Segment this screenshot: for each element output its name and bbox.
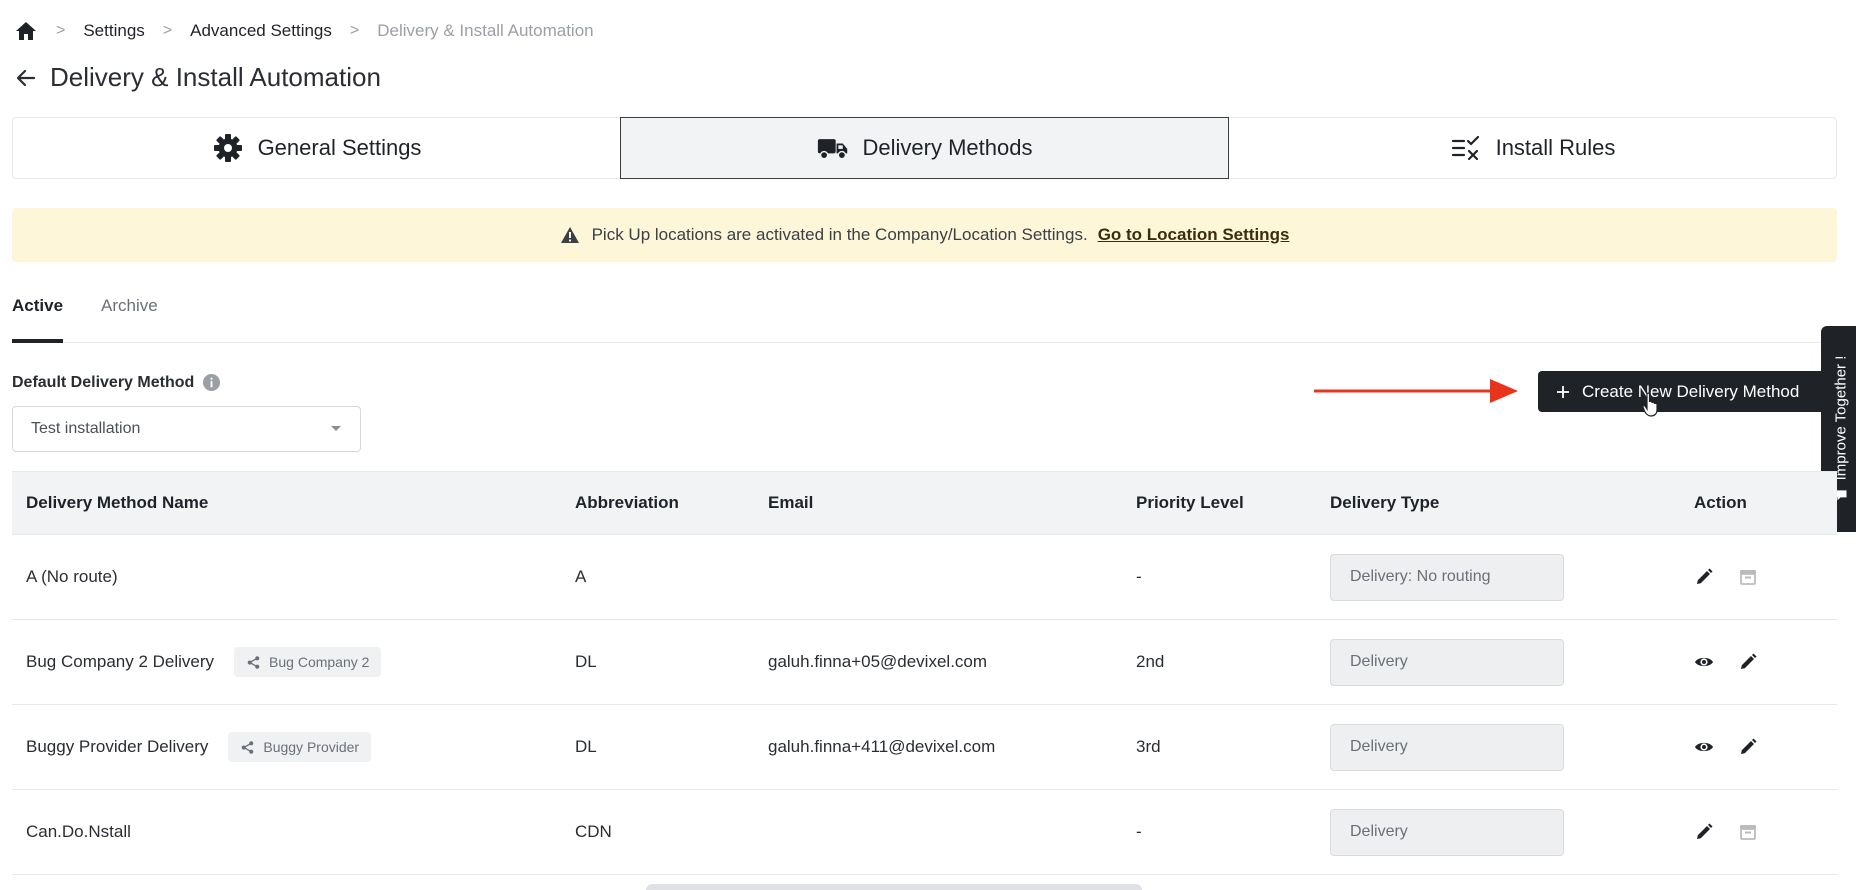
breadcrumb-separator: >: [349, 22, 360, 39]
tab-active[interactable]: Active: [12, 290, 64, 343]
create-new-delivery-method-button[interactable]: Create New Delivery Method: [1538, 371, 1838, 412]
share-icon: [240, 740, 255, 755]
header-email: Email: [768, 493, 814, 512]
cell-name: Bug Company 2 Delivery Bug Company 2: [26, 620, 382, 704]
table-row: Can.Do.Nstall CDN - Delivery: [12, 790, 1837, 875]
gear-icon: [212, 132, 244, 164]
horizontal-scrollbar[interactable]: [646, 884, 1142, 890]
edit-pencil-icon[interactable]: [1738, 737, 1758, 757]
edit-pencil-icon[interactable]: [1738, 652, 1758, 672]
cell-actions: [1694, 535, 1758, 619]
cell-priority: 2nd: [1136, 652, 1165, 671]
delivery-methods-table: Delivery Method Name Abbreviation Email …: [12, 471, 1837, 875]
go-to-location-settings-link[interactable]: Go to Location Settings: [1098, 225, 1290, 245]
cell-name: A (No route): [26, 535, 118, 619]
provider-tag-label: Bug Company 2: [269, 654, 370, 670]
tab-archive[interactable]: Archive: [101, 290, 158, 342]
provider-tag: Buggy Provider: [228, 732, 372, 762]
page-header: Delivery & Install Automation: [14, 62, 381, 93]
banner-text: Pick Up locations are activated in the C…: [591, 225, 1088, 244]
table-header-row: Delivery Method Name Abbreviation Email …: [12, 471, 1837, 535]
rules-icon: [1450, 132, 1482, 164]
tab-general-settings[interactable]: General Settings: [13, 118, 620, 178]
main-tabs: General Settings Delivery Methods Instal…: [12, 117, 1837, 179]
delivery-method-name: Buggy Provider Delivery: [26, 737, 209, 756]
header-priority-level: Priority Level: [1136, 493, 1244, 512]
annotation-arrow-icon: [1314, 379, 1518, 403]
tab-delivery-methods[interactable]: Delivery Methods: [620, 117, 1229, 179]
header-delivery-method-name: Delivery Method Name: [26, 493, 209, 512]
cell-name: Buggy Provider Delivery Buggy Provider: [26, 705, 372, 789]
warning-icon: [560, 225, 580, 245]
table-row: Buggy Provider Delivery Buggy Provider D…: [12, 705, 1837, 790]
select-value: Test installation: [31, 420, 141, 437]
edit-pencil-icon[interactable]: [1694, 822, 1714, 842]
tab-install-rules[interactable]: Install Rules: [1229, 118, 1836, 178]
share-icon: [246, 655, 261, 670]
truck-icon: [817, 132, 849, 164]
cell-priority: -: [1136, 567, 1142, 586]
default-delivery-method-label-row: Default Delivery Method: [12, 373, 221, 392]
provider-tag: Bug Company 2: [234, 647, 382, 677]
breadcrumb-separator: >: [56, 22, 66, 39]
cell-actions: [1694, 790, 1758, 874]
delivery-type-field: Delivery: No routing: [1330, 553, 1564, 601]
page-title: Delivery & Install Automation: [50, 62, 381, 92]
delivery-method-name: Bug Company 2 Delivery: [26, 652, 215, 671]
edit-pencil-icon[interactable]: [1694, 567, 1714, 587]
header-delivery-type: Delivery Type: [1330, 493, 1440, 512]
status-tabs: Active Archive: [12, 290, 1837, 343]
provider-tag-label: Buggy Provider: [263, 739, 360, 755]
delivery-type-field: Delivery: [1330, 723, 1564, 771]
back-arrow-icon[interactable]: [14, 66, 38, 90]
cell-delivery-type: Delivery: [1330, 705, 1564, 789]
archive-box-icon: [1738, 567, 1758, 587]
delivery-method-name: A (No route): [26, 567, 118, 586]
cell-delivery-type: Delivery: No routing: [1330, 535, 1564, 619]
cell-priority: -: [1136, 822, 1142, 841]
table-row: Bug Company 2 Delivery Bug Company 2 DL …: [12, 620, 1837, 705]
plus-icon: [1556, 385, 1570, 399]
cell-delivery-type: Delivery: [1330, 790, 1564, 874]
breadcrumb: > Settings > Advanced Settings > Deliver…: [14, 18, 594, 44]
default-delivery-method-label: Default Delivery Method: [12, 373, 195, 391]
cell-email: galuh.finna+411@devixel.com: [768, 737, 996, 756]
breadcrumb-settings[interactable]: Settings: [83, 21, 144, 41]
delivery-method-name: Can.Do.Nstall: [26, 822, 131, 841]
archive-box-icon: [1738, 822, 1758, 842]
cell-priority: 3rd: [1136, 737, 1161, 756]
header-abbreviation: Abbreviation: [575, 493, 679, 512]
create-button-label: Create New Delivery Method: [1582, 381, 1800, 401]
tab-label: Install Rules: [1495, 135, 1616, 160]
cell-name: Can.Do.Nstall: [26, 790, 131, 874]
pickup-info-banner: Pick Up locations are activated in the C…: [12, 208, 1837, 262]
delivery-type-field: Delivery: [1330, 638, 1564, 686]
breadcrumb-advanced-settings[interactable]: Advanced Settings: [190, 21, 332, 41]
cell-delivery-type: Delivery: [1330, 620, 1564, 704]
default-delivery-method-select[interactable]: Test installation: [12, 406, 361, 452]
hand-cursor-icon: [1642, 392, 1658, 417]
caret-down-icon: [330, 425, 342, 433]
info-icon[interactable]: [202, 373, 221, 392]
cell-actions: [1694, 620, 1758, 704]
breadcrumb-separator: >: [162, 22, 173, 39]
tab-label: Delivery Methods: [862, 135, 1033, 160]
header-action: Action: [1694, 493, 1747, 512]
table-row: A (No route) A - Delivery: No routing: [12, 535, 1837, 620]
cell-abbreviation: CDN: [575, 822, 612, 841]
tab-label: General Settings: [257, 135, 422, 160]
view-eye-icon[interactable]: [1694, 737, 1714, 757]
view-eye-icon[interactable]: [1694, 652, 1714, 672]
cell-abbreviation: DL: [575, 652, 597, 671]
delivery-type-field: Delivery: [1330, 808, 1564, 856]
cell-abbreviation: A: [575, 567, 587, 586]
cell-actions: [1694, 705, 1758, 789]
cell-email: galuh.finna+05@devixel.com: [768, 652, 988, 671]
cell-abbreviation: DL: [575, 737, 597, 756]
breadcrumb-current: Delivery & Install Automation: [377, 21, 594, 40]
home-icon[interactable]: [14, 19, 38, 43]
feedback-tab-label: Improve Together !: [1832, 355, 1850, 481]
